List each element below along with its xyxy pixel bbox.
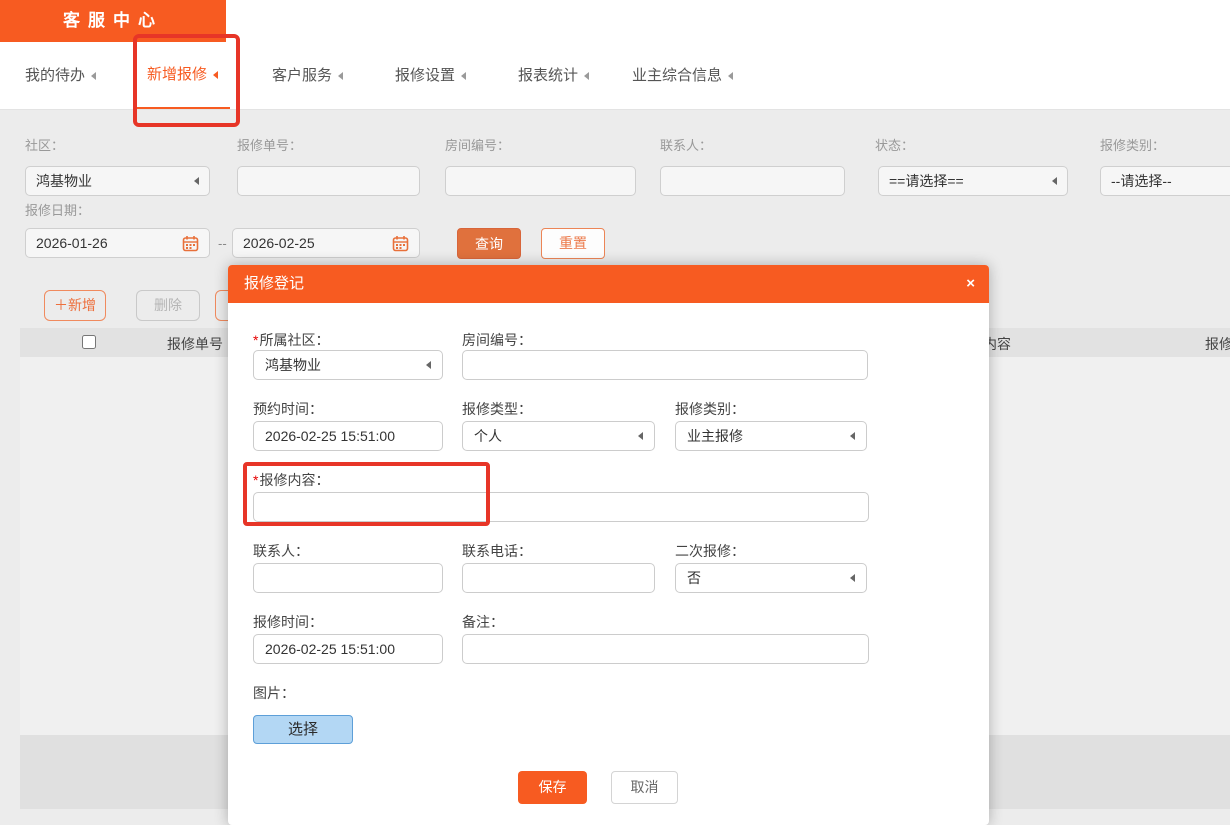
field-label-repair-category: 报修类别：	[675, 399, 745, 419]
modal-community-select[interactable]: 鸿基物业	[253, 350, 443, 380]
nav-label: 报表统计	[518, 42, 578, 109]
field-label-image: 图片：	[253, 683, 295, 703]
field-label-repair-type: 报修类型：	[462, 399, 532, 419]
table-header-repair-time: 报修时间	[1205, 334, 1230, 354]
field-label-second-repair: 二次报修：	[675, 541, 745, 561]
date-start-picker[interactable]: 2026-01-26	[25, 228, 210, 258]
dropdown-arrow-icon	[1052, 177, 1057, 185]
modal-contact-input[interactable]	[253, 563, 443, 593]
nav-item-new-repair[interactable]: 新增报修	[135, 42, 230, 109]
category-select[interactable]: --请选择--	[1100, 166, 1230, 196]
nav-item-repair-settings[interactable]: 报修设置	[395, 42, 466, 109]
nav-item-owner-info[interactable]: 业主综合信息	[632, 42, 733, 109]
reset-button[interactable]: 重置	[541, 228, 605, 259]
status-select[interactable]: ==请选择==	[878, 166, 1068, 196]
room-no-input[interactable]	[445, 166, 636, 196]
filter-label-order-no: 报修单号：	[237, 138, 302, 154]
delete-button[interactable]: 删除	[136, 290, 200, 321]
community-select[interactable]: 鸿基物业	[25, 166, 210, 196]
status-select-value: ==请选择==	[889, 167, 964, 195]
nav-arrow-icon	[91, 72, 96, 80]
table-header-order-no: 报修单号	[155, 334, 235, 354]
nav-label: 新增报修	[147, 41, 207, 108]
select-all-checkbox[interactable]	[82, 335, 96, 349]
contact-input[interactable]	[660, 166, 845, 196]
nav-item-report-statistics[interactable]: 报表统计	[518, 42, 589, 109]
nav-item-my-todo[interactable]: 我的待办	[25, 42, 96, 109]
calendar-icon[interactable]	[392, 235, 409, 252]
repair-category-value: 业主报修	[687, 422, 743, 450]
save-button[interactable]: 保存	[518, 771, 587, 804]
nav-arrow-icon	[338, 72, 343, 80]
appointment-time-input[interactable]	[253, 421, 443, 451]
dropdown-arrow-icon	[638, 432, 643, 440]
nav-arrow-icon	[584, 72, 589, 80]
nav-label: 客户服务	[272, 42, 332, 109]
date-range-separator: --	[218, 236, 227, 251]
search-button[interactable]: 查询	[457, 228, 521, 259]
modal-room-input[interactable]	[462, 350, 868, 380]
repair-category-select[interactable]: 业主报修	[675, 421, 867, 451]
dropdown-arrow-icon	[850, 574, 855, 582]
modal-title: 报修登记	[244, 265, 304, 303]
field-label-content: *报修内容：	[253, 470, 329, 490]
field-label-repair-time: 报修时间：	[253, 612, 323, 632]
filter-label-community: 社区：	[25, 138, 64, 154]
repair-type-value: 个人	[474, 422, 502, 450]
community-select-value: 鸿基物业	[36, 167, 92, 195]
modal-header: 报修登记 ×	[228, 265, 989, 303]
nav-arrow-icon	[461, 72, 466, 80]
calendar-icon[interactable]	[182, 235, 199, 252]
nav-item-customer-service[interactable]: 客户服务	[272, 42, 343, 109]
dropdown-arrow-icon	[850, 432, 855, 440]
field-label-community: *所属社区：	[253, 330, 329, 350]
filter-label-category: 报修类别：	[1100, 138, 1165, 154]
top-header-bar: 客服中心	[0, 0, 1230, 42]
repair-content-input[interactable]	[253, 492, 869, 522]
date-start-value: 2026-01-26	[36, 229, 108, 257]
repair-type-select[interactable]: 个人	[462, 421, 655, 451]
close-icon[interactable]: ×	[966, 265, 975, 303]
nav-arrow-icon	[728, 72, 733, 80]
filter-label-room-no: 房间编号：	[445, 138, 510, 154]
cancel-button[interactable]: 取消	[611, 771, 678, 804]
repair-registration-modal: 报修登记 × *所属社区： 房间编号： 鸿基物业 预约时间： 报修类型： 报修类…	[228, 265, 989, 825]
filter-label-status: 状态：	[875, 138, 914, 154]
repair-time-input[interactable]	[253, 634, 443, 664]
add-button-label: 新增	[68, 297, 96, 313]
dropdown-arrow-icon	[426, 361, 431, 369]
app-title: 客服中心	[0, 0, 226, 42]
second-repair-value: 否	[687, 564, 701, 592]
field-label-room: 房间编号：	[462, 330, 532, 350]
date-end-value: 2026-02-25	[243, 229, 315, 257]
required-asterisk: *	[253, 332, 258, 348]
modal-community-value: 鸿基物业	[265, 351, 321, 379]
filter-label-contact: 联系人：	[660, 138, 712, 154]
nav-label: 我的待办	[25, 42, 85, 109]
modal-phone-input[interactable]	[462, 563, 655, 593]
plus-icon: ＋	[54, 297, 68, 313]
field-label-remark: 备注：	[462, 612, 504, 632]
nav-label: 业主综合信息	[632, 42, 722, 109]
dropdown-arrow-icon	[194, 177, 199, 185]
nav-label: 报修设置	[395, 42, 455, 109]
main-nav: 我的待办 新增报修 客户服务 报修设置 报表统计 业主综合信息	[0, 42, 1230, 110]
field-label-contact: 联系人：	[253, 541, 309, 561]
filter-label-repair-date: 报修日期：	[25, 203, 90, 219]
field-label-phone: 联系电话：	[462, 541, 532, 561]
order-no-input[interactable]	[237, 166, 420, 196]
date-end-picker[interactable]: 2026-02-25	[232, 228, 420, 258]
second-repair-select[interactable]: 否	[675, 563, 867, 593]
nav-arrow-icon	[213, 71, 218, 79]
category-select-value: --请选择--	[1111, 167, 1172, 195]
add-button[interactable]: ＋新增	[44, 290, 106, 321]
field-label-appointment-time: 预约时间：	[253, 399, 323, 419]
required-asterisk: *	[253, 472, 258, 488]
remark-input[interactable]	[462, 634, 869, 664]
choose-file-button[interactable]: 选择	[253, 715, 353, 744]
